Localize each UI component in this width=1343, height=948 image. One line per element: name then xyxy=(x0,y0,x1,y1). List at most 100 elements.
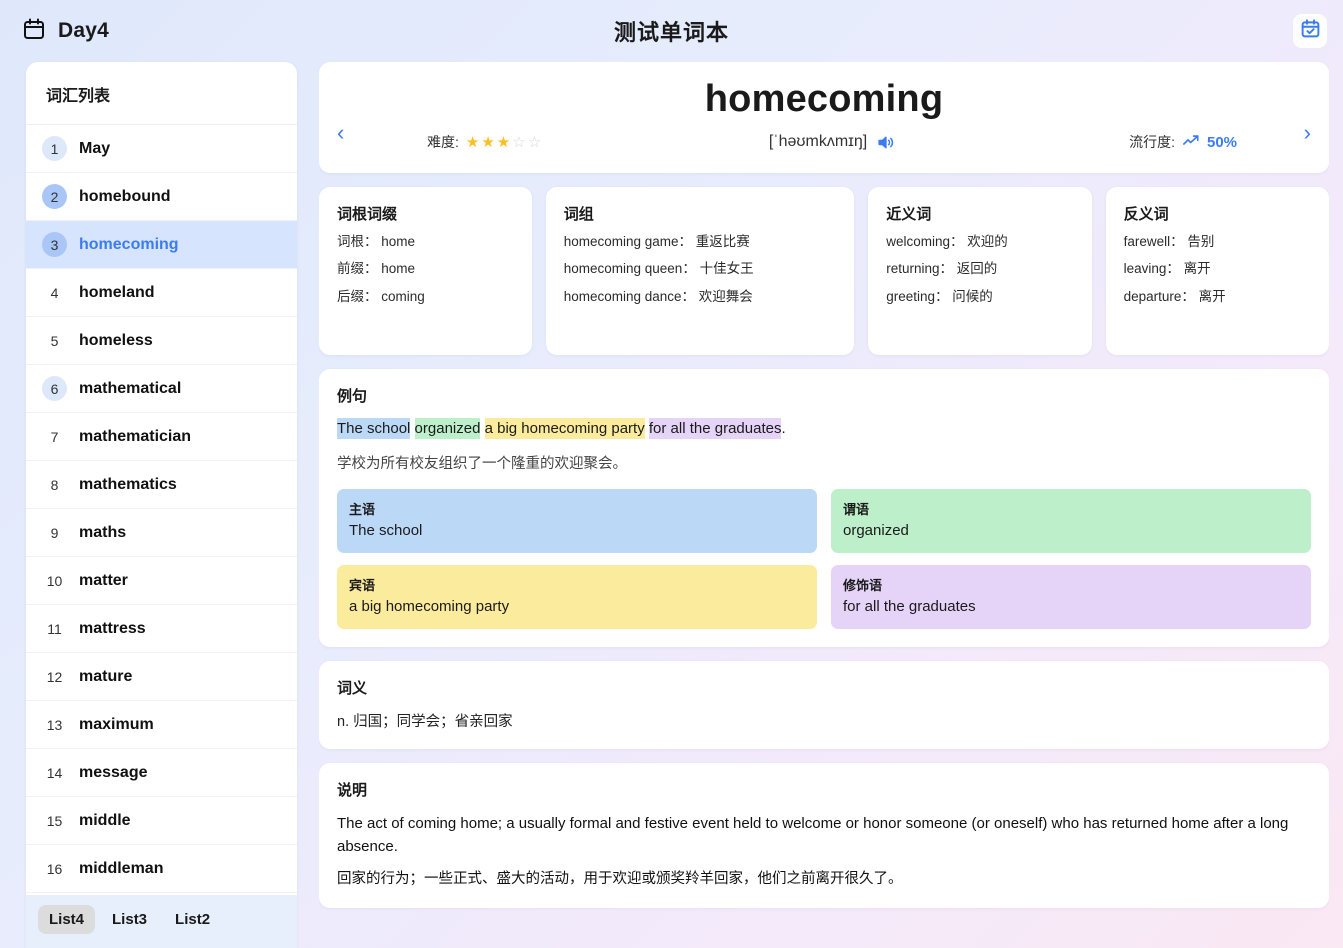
info-card-line: homecoming game： 重返比赛 xyxy=(563,233,750,249)
info-card-line: departure： 离开 xyxy=(1123,289,1226,305)
grammar-role-value: organized xyxy=(843,522,909,539)
info-card-title: 词组 xyxy=(563,205,594,223)
list-tab[interactable]: List4 xyxy=(38,905,96,934)
grammar-role-value: for all the graduates xyxy=(843,598,976,615)
word-label: mathematical xyxy=(79,379,182,397)
info-card-line: greeting： 问候的 xyxy=(886,289,993,305)
word-list-item[interactable]: 2 homebound xyxy=(26,173,297,221)
star-filled-icon: ★ xyxy=(496,134,512,151)
word-list-item[interactable]: 3 homecoming xyxy=(26,221,297,269)
info-card-line: 前缀： home xyxy=(337,261,416,277)
info-card-line: farewell： 告别 xyxy=(1123,233,1215,249)
chevron-left-icon[interactable]: ‹ xyxy=(337,122,344,144)
grammar-role-box: 宾语 a big homecoming party xyxy=(337,565,817,629)
star-filled-icon: ★ xyxy=(481,134,496,151)
grammar-role-label: 修饰语 xyxy=(843,578,883,593)
word-list-item[interactable]: 14 message xyxy=(26,749,297,797)
popularity-group: 流行度: 50% xyxy=(895,132,1287,153)
star-empty-icon: ☆ xyxy=(527,134,543,151)
app-header: Day4 测试单词本 xyxy=(0,0,1343,62)
popularity-value: 50% xyxy=(1206,133,1238,151)
list-tab[interactable]: List2 xyxy=(164,905,221,934)
info-card-line: homecoming dance： 欢迎舞会 xyxy=(563,289,753,305)
difficulty-label: 难度: xyxy=(427,134,459,150)
info-card-title: 词根词缀 xyxy=(337,205,398,223)
word-label: maths xyxy=(79,523,127,541)
info-card-line: returning： 返回的 xyxy=(886,261,998,277)
meaning-title: 词义 xyxy=(337,680,368,697)
sidebar-title: 词汇列表 xyxy=(26,62,297,125)
word-list-item[interactable]: 9 maths xyxy=(26,509,297,557)
example-title: 例句 xyxy=(337,387,368,405)
meaning-text: n. 归国；同学会；省亲回家 xyxy=(337,714,513,730)
word-list-item[interactable]: 16 middleman xyxy=(26,845,297,893)
grammar-role-label: 主语 xyxy=(349,502,376,517)
sentence-segment xyxy=(410,418,414,439)
word-list-item[interactable]: 4 homeland xyxy=(26,269,297,317)
word-label: homebound xyxy=(79,187,171,205)
word-list-item[interactable]: 8 mathematics xyxy=(26,461,297,509)
day-label: Day4 xyxy=(58,19,110,42)
word-index: 11 xyxy=(47,620,62,637)
word-label: middleman xyxy=(79,859,164,877)
word-list-item[interactable]: 1 May xyxy=(26,125,297,173)
word-list-item[interactable]: 11 mattress xyxy=(26,605,297,653)
word-list-item[interactable]: 12 mature xyxy=(26,653,297,701)
word-hero-card: ‹ › homecoming 难度: ★ ★ ★ ☆ ☆ [ˈhəʊmkʌmɪŋ] xyxy=(319,62,1329,173)
word-label: mathematician xyxy=(79,427,192,445)
info-card-line: homecoming queen： 十佳女王 xyxy=(563,261,754,277)
word-list-item[interactable]: 15 middle xyxy=(26,797,297,845)
word-label: middle xyxy=(79,811,131,829)
grammar-role-box: 主语 The school xyxy=(337,489,817,553)
word-label: May xyxy=(79,139,111,157)
word-index: 14 xyxy=(46,764,63,781)
word-index: 16 xyxy=(46,860,63,877)
calendar-check-button[interactable] xyxy=(1293,14,1327,48)
word-index: 7 xyxy=(50,428,59,445)
grammar-breakdown-grid: 主语 The school 谓语 organized 宾语 a big homecomin… xyxy=(337,489,1311,629)
word-index: 4 xyxy=(50,284,59,301)
sentence-segment: . xyxy=(781,419,786,437)
word-index: 1 xyxy=(42,136,67,161)
grammar-role-box: 修饰语 for all the graduates xyxy=(831,565,1311,629)
word-index: 12 xyxy=(46,668,63,685)
word-label: mathematics xyxy=(79,475,177,493)
word-list-item[interactable]: 5 homeless xyxy=(26,317,297,365)
calendar-icon xyxy=(22,17,46,46)
chevron-right-icon[interactable]: › xyxy=(1304,122,1311,144)
difficulty-stars: ★ ★ ★ ☆ ☆ xyxy=(466,133,542,151)
sentence-segment: The school xyxy=(337,417,411,439)
star-empty-icon: ☆ xyxy=(512,134,527,151)
info-card-title: 近义词 xyxy=(886,205,932,223)
vocabulary-list[interactable]: 1 May 2 homebound 3 homecoming 4 homeland 5 homel… xyxy=(26,125,297,895)
word-index: 8 xyxy=(50,476,59,493)
description-title: 说明 xyxy=(337,782,368,799)
example-sentence-text: The school organized a big homecoming pa… xyxy=(337,417,1311,441)
word-label: mature xyxy=(79,667,133,685)
word-list-item[interactable]: 6 mathematical xyxy=(26,365,297,413)
word-list-item[interactable]: 13 maximum xyxy=(26,701,297,749)
speaker-icon[interactable] xyxy=(876,133,895,152)
star-filled-icon: ★ xyxy=(465,134,481,151)
word-list-item[interactable]: 7 mathematician xyxy=(26,413,297,461)
word-index: 5 xyxy=(50,332,59,349)
word-index: 3 xyxy=(42,232,67,257)
grammar-role-label: 宾语 xyxy=(349,578,376,593)
example-translation: 学校为所有校友组织了一个隆重的欢迎聚会。 xyxy=(337,456,627,472)
word-list-item[interactable]: 10 matter xyxy=(26,557,297,605)
list-tab-bar[interactable]: List4 List3 List2 xyxy=(26,895,297,948)
description-chinese: 回家的行为；一些正式、盛大的活动，用于欢迎或颁奖羚羊回家，他们之前离开很久了。 xyxy=(337,870,903,887)
grammar-role-label: 谓语 xyxy=(843,502,870,517)
grammar-role-box: 谓语 organized xyxy=(831,489,1311,553)
info-card: 词组 homecoming game： 重返比赛 homecoming queen：… xyxy=(545,186,855,355)
header-left-group: Day4 xyxy=(22,17,109,46)
vocabulary-sidebar: 词汇列表 1 May 2 homebound 3 homecoming 4 homeland 5… xyxy=(26,62,297,948)
meaning-card: 词义 n. 归国；同学会；省亲回家 xyxy=(319,661,1329,749)
word-index: 6 xyxy=(42,376,67,401)
sentence-segment: for all the graduates xyxy=(648,417,782,439)
info-card: 反义词 farewell： 告别 leaving： 离开 departure： 离开 xyxy=(1105,186,1329,355)
list-tab[interactable]: List3 xyxy=(101,905,158,934)
word-index: 15 xyxy=(46,812,63,829)
sentence-segment: organized xyxy=(414,417,481,439)
page-title: 测试单词本 xyxy=(613,20,729,45)
